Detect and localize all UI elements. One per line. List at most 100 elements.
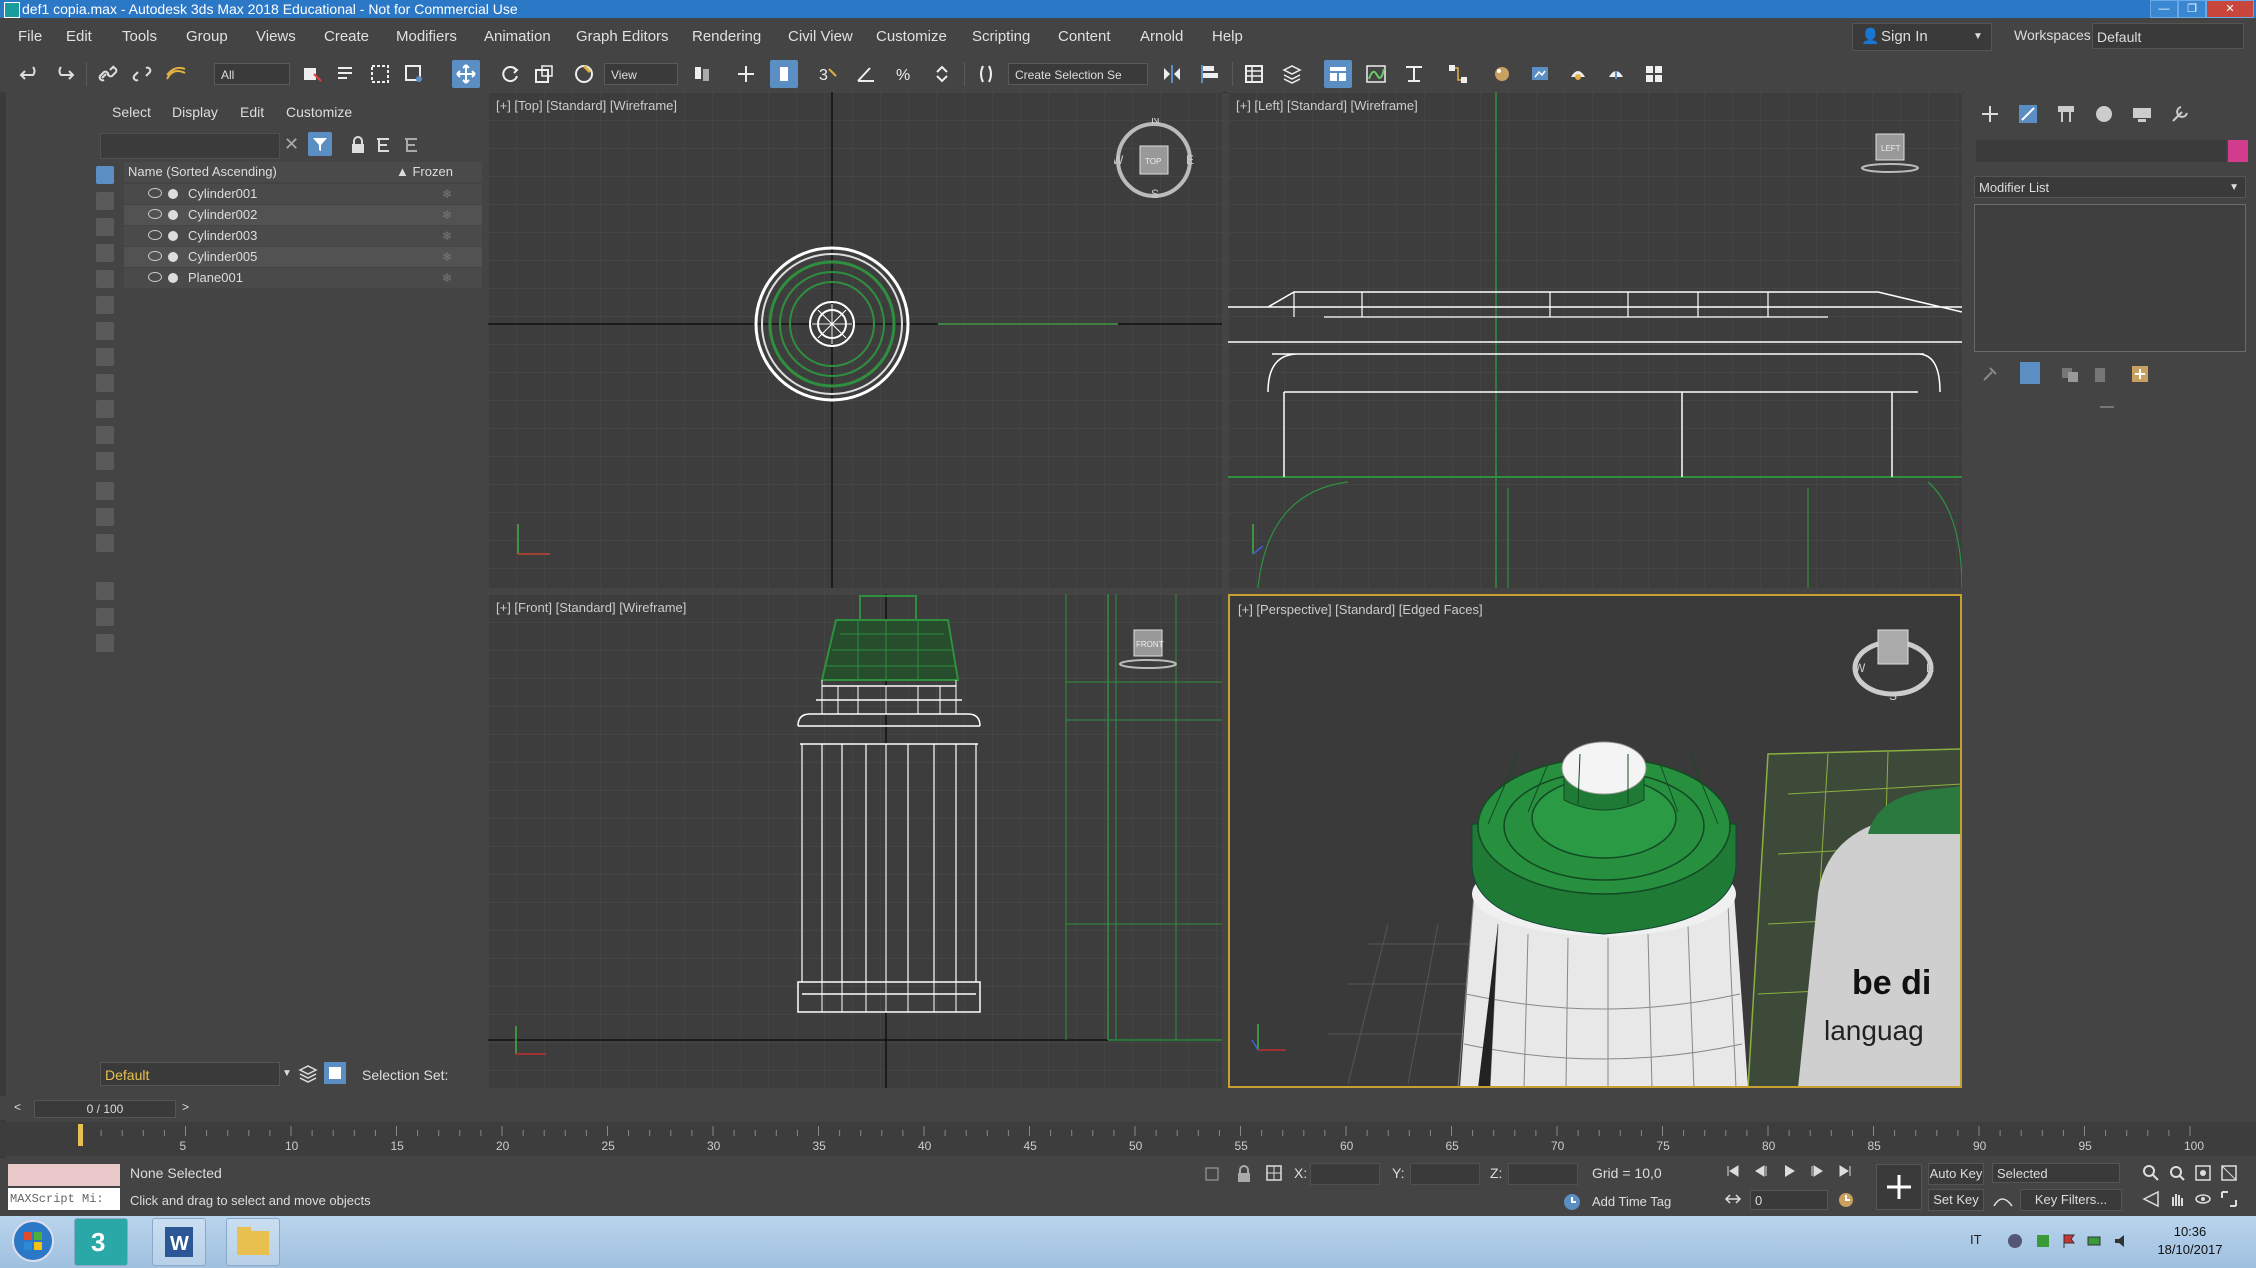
redo-icon[interactable] bbox=[50, 60, 78, 88]
list-item[interactable]: Cylinder002 ❄ bbox=[124, 205, 482, 225]
tab-display[interactable]: Display bbox=[172, 104, 218, 120]
display-all-icon[interactable] bbox=[96, 482, 114, 500]
snaps-toggle-icon[interactable]: 3 bbox=[814, 60, 842, 88]
y-coordinate-input[interactable] bbox=[1410, 1163, 1480, 1185]
tab-edit[interactable]: Edit bbox=[240, 104, 264, 120]
make-unique-icon[interactable] bbox=[2060, 364, 2080, 387]
add-time-tag-label[interactable]: Add Time Tag bbox=[1592, 1194, 1671, 1209]
modifier-stack[interactable] bbox=[1974, 204, 2246, 352]
keyboard-shortcut-override-icon[interactable] bbox=[770, 60, 798, 88]
rendered-frame-window-icon[interactable] bbox=[1564, 60, 1592, 88]
selection-lock-icon[interactable] bbox=[1236, 1164, 1252, 1187]
taskbar-3dsmax-icon[interactable]: 3 bbox=[74, 1218, 128, 1266]
selection-set-icon[interactable] bbox=[324, 1062, 346, 1084]
hierarchy-tab-icon[interactable] bbox=[2054, 102, 2078, 126]
current-frame-input[interactable]: 0 bbox=[1750, 1190, 1828, 1210]
workspaces-dropdown[interactable]: Default bbox=[2092, 23, 2244, 49]
visibility-eye-icon[interactable] bbox=[148, 209, 162, 219]
column-frozen-header[interactable]: ▲ Frozen bbox=[396, 162, 453, 182]
tray-power-icon[interactable] bbox=[2086, 1232, 2104, 1253]
display-helpers-icon[interactable] bbox=[96, 270, 114, 288]
configure-modifier-sets-icon[interactable] bbox=[2130, 364, 2150, 387]
isolate-selection-icon[interactable] bbox=[1202, 1164, 1222, 1187]
maximize-button[interactable]: ❐ bbox=[2178, 0, 2206, 18]
menu-graph-editors[interactable]: Graph Editors bbox=[576, 28, 669, 45]
list-item[interactable]: Cylinder003 ❄ bbox=[124, 226, 482, 246]
maxscript-mini-listener[interactable]: MAXScript Mi: bbox=[8, 1188, 120, 1210]
modify-tab-icon[interactable] bbox=[2016, 102, 2040, 126]
edit-named-selection-icon[interactable] bbox=[972, 60, 1000, 88]
close-button[interactable]: ✕ bbox=[2206, 0, 2254, 18]
pivot-center-icon[interactable] bbox=[688, 60, 716, 88]
menu-civil-view[interactable]: Civil View bbox=[788, 28, 853, 45]
trash-icon[interactable] bbox=[96, 634, 114, 652]
show-end-result-icon[interactable] bbox=[2020, 362, 2040, 384]
set-key-button[interactable]: Set Key bbox=[1928, 1189, 1984, 1211]
time-slider[interactable]: 0 / 100 bbox=[34, 1100, 176, 1118]
viewport-front[interactable]: [+] [Front] [Standard] [Wireframe] FRONT bbox=[488, 594, 1222, 1088]
display-bones-icon[interactable] bbox=[96, 374, 114, 392]
menu-arnold[interactable]: Arnold bbox=[1140, 28, 1183, 45]
display-geometry-icon[interactable] bbox=[96, 166, 114, 184]
rectangular-selection-icon[interactable] bbox=[366, 60, 394, 88]
render-setup-icon[interactable] bbox=[1526, 60, 1554, 88]
display-groups-icon[interactable] bbox=[96, 322, 114, 340]
tray-volume-icon[interactable] bbox=[2112, 1232, 2130, 1253]
language-indicator[interactable]: IT bbox=[1970, 1232, 1982, 1247]
dope-sheet-icon[interactable] bbox=[1400, 60, 1428, 88]
display-lights-icon[interactable] bbox=[96, 218, 114, 236]
menu-help[interactable]: Help bbox=[1212, 28, 1243, 45]
time-tag-icon[interactable] bbox=[1562, 1192, 1582, 1215]
chevron-down-icon[interactable]: ▼ bbox=[282, 1068, 292, 1079]
maximize-viewport-icon[interactable] bbox=[2220, 1190, 2238, 1211]
layer-dropdown[interactable]: Default bbox=[100, 1062, 280, 1086]
zoom-extents-icon[interactable] bbox=[2194, 1164, 2212, 1185]
visibility-eye-icon[interactable] bbox=[148, 272, 162, 282]
viewcube-top[interactable]: TOP N S W E bbox=[1112, 113, 1194, 201]
previous-frame-icon[interactable] bbox=[1752, 1162, 1770, 1183]
visibility-eye-icon[interactable] bbox=[148, 230, 162, 240]
explorer-search-input[interactable] bbox=[100, 133, 280, 159]
named-selection-set-dropdown[interactable]: Create Selection Se bbox=[1008, 63, 1148, 85]
list-item[interactable]: Cylinder005 ❄ bbox=[124, 247, 482, 267]
field-of-view-icon[interactable] bbox=[2142, 1190, 2160, 1211]
material-editor-icon[interactable] bbox=[1488, 60, 1516, 88]
go-to-start-icon[interactable] bbox=[1724, 1162, 1742, 1183]
set-key-big-button[interactable] bbox=[1876, 1164, 1922, 1210]
clock-time[interactable]: 10:36 bbox=[2150, 1224, 2230, 1239]
pan-view-icon[interactable] bbox=[2168, 1190, 2186, 1211]
viewcube-front[interactable]: FRONT bbox=[1118, 624, 1178, 674]
time-configuration-icon[interactable] bbox=[1836, 1190, 1856, 1213]
menu-modifiers[interactable]: Modifiers bbox=[396, 28, 457, 45]
viewport-left[interactable]: [+] [Left] [Standard] [Wireframe] LEFT bbox=[1228, 92, 1962, 588]
frozen-snowflake-icon[interactable]: ❄ bbox=[442, 205, 452, 225]
zoom-all-icon[interactable] bbox=[2168, 1164, 2186, 1185]
layers-icon[interactable] bbox=[298, 1064, 318, 1087]
lock-icon[interactable] bbox=[350, 136, 366, 157]
selected-keys-dropdown[interactable]: Selected bbox=[1992, 1163, 2120, 1183]
object-name-field[interactable] bbox=[1976, 140, 2226, 162]
reference-coordinate-dropdown[interactable]: View bbox=[604, 63, 678, 85]
display-none-icon[interactable] bbox=[96, 508, 114, 526]
viewport-perspective[interactable]: be di languag [+] [Perspective] [Standar… bbox=[1228, 594, 1962, 1088]
zoom-icon[interactable] bbox=[2142, 1164, 2160, 1185]
curve-editor-icon[interactable] bbox=[1362, 60, 1390, 88]
render-iterative-icon[interactable] bbox=[1640, 60, 1668, 88]
tray-shield-icon[interactable] bbox=[2034, 1232, 2052, 1253]
menu-rendering[interactable]: Rendering bbox=[692, 28, 761, 45]
sign-in-button[interactable]: 👤 Sign In ▼ bbox=[1852, 23, 1992, 51]
hierarchy-icon[interactable] bbox=[374, 136, 392, 157]
menu-animation[interactable]: Animation bbox=[484, 28, 551, 45]
panel-resize-handle[interactable] bbox=[2100, 406, 2114, 408]
display-invert-icon[interactable] bbox=[96, 534, 114, 552]
filter-icon[interactable] bbox=[308, 132, 332, 156]
scene-explorer-icon[interactable] bbox=[1240, 60, 1268, 88]
z-coordinate-input[interactable] bbox=[1508, 1163, 1578, 1185]
display-xrefs-icon[interactable] bbox=[96, 348, 114, 366]
select-rotate-icon[interactable] bbox=[496, 60, 524, 88]
select-place-icon[interactable] bbox=[570, 60, 598, 88]
column-name-header[interactable]: Name (Sorted Ascending) bbox=[128, 162, 277, 182]
bind-space-warp-icon[interactable] bbox=[162, 60, 190, 88]
select-move-icon[interactable] bbox=[452, 60, 480, 88]
menu-content[interactable]: Content bbox=[1058, 28, 1111, 45]
